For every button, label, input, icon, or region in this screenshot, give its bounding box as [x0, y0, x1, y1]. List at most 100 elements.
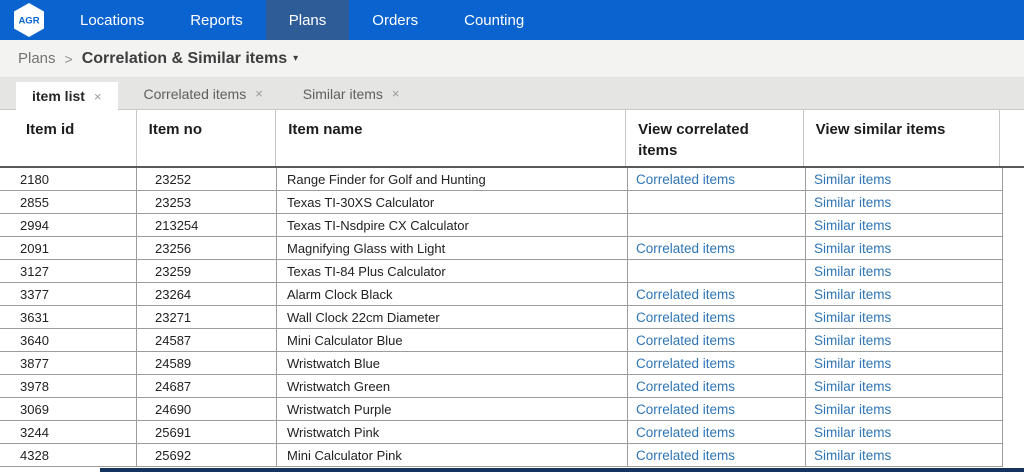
- cell-similar: Similar items: [806, 237, 1003, 260]
- tab-label: item list: [32, 88, 85, 104]
- nav-item-counting[interactable]: Counting: [441, 0, 547, 40]
- cell-similar: Similar items: [806, 444, 1003, 467]
- table-row: 2091 23256 Magnifying Glass with Light C…: [0, 237, 1024, 260]
- cell-correlated: [628, 260, 806, 283]
- cell-item-no: 23264: [137, 283, 277, 306]
- table-row: 3978 24687 Wristwatch Green Correlated i…: [0, 375, 1024, 398]
- header-item-no: Item no: [137, 110, 277, 166]
- cell-item-id: 2180: [0, 168, 137, 191]
- cell-correlated: Correlated items: [628, 421, 806, 444]
- similar-items-link[interactable]: Similar items: [814, 241, 891, 256]
- cell-correlated: [628, 214, 806, 237]
- table-row: 2994 213254 Texas TI-Nsdpire CX Calculat…: [0, 214, 1024, 237]
- correlated-items-link[interactable]: Correlated items: [636, 310, 735, 325]
- cell-item-no: 23256: [137, 237, 277, 260]
- cell-similar: Similar items: [806, 191, 1003, 214]
- correlated-items-link[interactable]: Correlated items: [636, 448, 735, 463]
- tab-correlated-items[interactable]: Correlated items ×: [130, 78, 277, 109]
- cell-item-name: Wall Clock 22cm Diameter: [277, 306, 628, 329]
- similar-items-link[interactable]: Similar items: [814, 402, 891, 417]
- similar-items-link[interactable]: Similar items: [814, 264, 891, 279]
- cell-item-name: Wristwatch Pink: [277, 421, 628, 444]
- similar-items-link[interactable]: Similar items: [814, 195, 891, 210]
- cell-item-name: Alarm Clock Black: [277, 283, 628, 306]
- cell-item-id: 4328: [0, 444, 137, 467]
- tab-similar-items[interactable]: Similar items ×: [289, 78, 414, 109]
- table-row: 4328 25692 Mini Calculator Pink Correlat…: [0, 444, 1024, 467]
- cell-extra: [1003, 444, 1024, 467]
- breadcrumb-plans-link[interactable]: Plans: [18, 50, 56, 67]
- tab-gap: [118, 78, 130, 109]
- cell-correlated: [628, 191, 806, 214]
- similar-items-link[interactable]: Similar items: [814, 356, 891, 371]
- correlated-items-link[interactable]: Correlated items: [636, 356, 735, 371]
- nav-item-reports[interactable]: Reports: [167, 0, 266, 40]
- cell-item-name: Range Finder for Golf and Hunting: [277, 168, 628, 191]
- cell-extra: [1003, 375, 1024, 398]
- cell-correlated: Correlated items: [628, 398, 806, 421]
- similar-items-link[interactable]: Similar items: [814, 333, 891, 348]
- similar-items-link[interactable]: Similar items: [814, 379, 891, 394]
- correlated-items-link[interactable]: Correlated items: [636, 379, 735, 394]
- cell-item-no: 213254: [137, 214, 277, 237]
- correlated-items-link[interactable]: Correlated items: [636, 333, 735, 348]
- cell-extra: [1003, 283, 1024, 306]
- cell-extra: [1003, 168, 1024, 191]
- cell-item-no: 23253: [137, 191, 277, 214]
- close-icon[interactable]: ×: [255, 86, 263, 101]
- cell-item-name: Texas TI-Nsdpire CX Calculator: [277, 214, 628, 237]
- cell-correlated: Correlated items: [628, 237, 806, 260]
- similar-items-link[interactable]: Similar items: [814, 310, 891, 325]
- similar-items-link[interactable]: Similar items: [814, 172, 891, 187]
- cell-extra: [1003, 352, 1024, 375]
- breadcrumb: Plans > Correlation & Similar items ▾: [0, 40, 1024, 78]
- cell-extra: [1003, 237, 1024, 260]
- cell-item-no: 24690: [137, 398, 277, 421]
- nav-item-plans[interactable]: Plans: [265, 0, 350, 40]
- correlated-items-link[interactable]: Correlated items: [636, 241, 735, 256]
- cell-item-id: 3377: [0, 283, 137, 306]
- cell-correlated: Correlated items: [628, 375, 806, 398]
- similar-items-link[interactable]: Similar items: [814, 425, 891, 440]
- cell-item-id: 3069: [0, 398, 137, 421]
- cell-similar: Similar items: [806, 398, 1003, 421]
- cell-extra: [1003, 421, 1024, 444]
- cell-item-name: Wristwatch Purple: [277, 398, 628, 421]
- similar-items-link[interactable]: Similar items: [814, 218, 891, 233]
- agr-hexagon-icon: AGR: [13, 3, 44, 37]
- cell-extra: [1003, 214, 1024, 237]
- cell-item-id: 2855: [0, 191, 137, 214]
- correlated-items-link[interactable]: Correlated items: [636, 425, 735, 440]
- cell-item-name: Mini Calculator Blue: [277, 329, 628, 352]
- correlated-items-link[interactable]: Correlated items: [636, 402, 735, 417]
- cell-similar: Similar items: [806, 168, 1003, 191]
- close-icon[interactable]: ×: [94, 89, 102, 104]
- close-icon[interactable]: ×: [392, 86, 400, 101]
- page-title[interactable]: Correlation & Similar items: [82, 50, 287, 68]
- correlated-items-link[interactable]: Correlated items: [636, 172, 735, 187]
- cell-extra: [1003, 306, 1024, 329]
- nav-item-orders[interactable]: Orders: [349, 0, 441, 40]
- cell-item-no: 23259: [137, 260, 277, 283]
- cell-item-no: 25691: [137, 421, 277, 444]
- nav-item-locations[interactable]: Locations: [57, 0, 167, 40]
- cell-item-no: 24589: [137, 352, 277, 375]
- table-row: 3631 23271 Wall Clock 22cm Diameter Corr…: [0, 306, 1024, 329]
- similar-items-link[interactable]: Similar items: [814, 287, 891, 302]
- tab-gap: [277, 78, 289, 109]
- table-row: 2180 23252 Range Finder for Golf and Hun…: [0, 168, 1024, 191]
- header-view-similar-items: View similar items: [804, 110, 1000, 166]
- cell-similar: Similar items: [806, 214, 1003, 237]
- tab-item-list[interactable]: item list ×: [16, 82, 118, 110]
- table-row: 3377 23264 Alarm Clock Black Correlated …: [0, 283, 1024, 306]
- tab-label: Similar items: [302, 85, 383, 102]
- correlated-items-link[interactable]: Correlated items: [636, 287, 735, 302]
- table-row: 3877 24589 Wristwatch Blue Correlated it…: [0, 352, 1024, 375]
- dropdown-caret-icon[interactable]: ▾: [293, 53, 298, 64]
- agr-logo[interactable]: AGR: [0, 0, 57, 40]
- cell-item-id: 2091: [0, 237, 137, 260]
- similar-items-link[interactable]: Similar items: [814, 448, 891, 463]
- cell-similar: Similar items: [806, 306, 1003, 329]
- cell-correlated: Correlated items: [628, 444, 806, 467]
- table-body: 2180 23252 Range Finder for Golf and Hun…: [0, 168, 1024, 467]
